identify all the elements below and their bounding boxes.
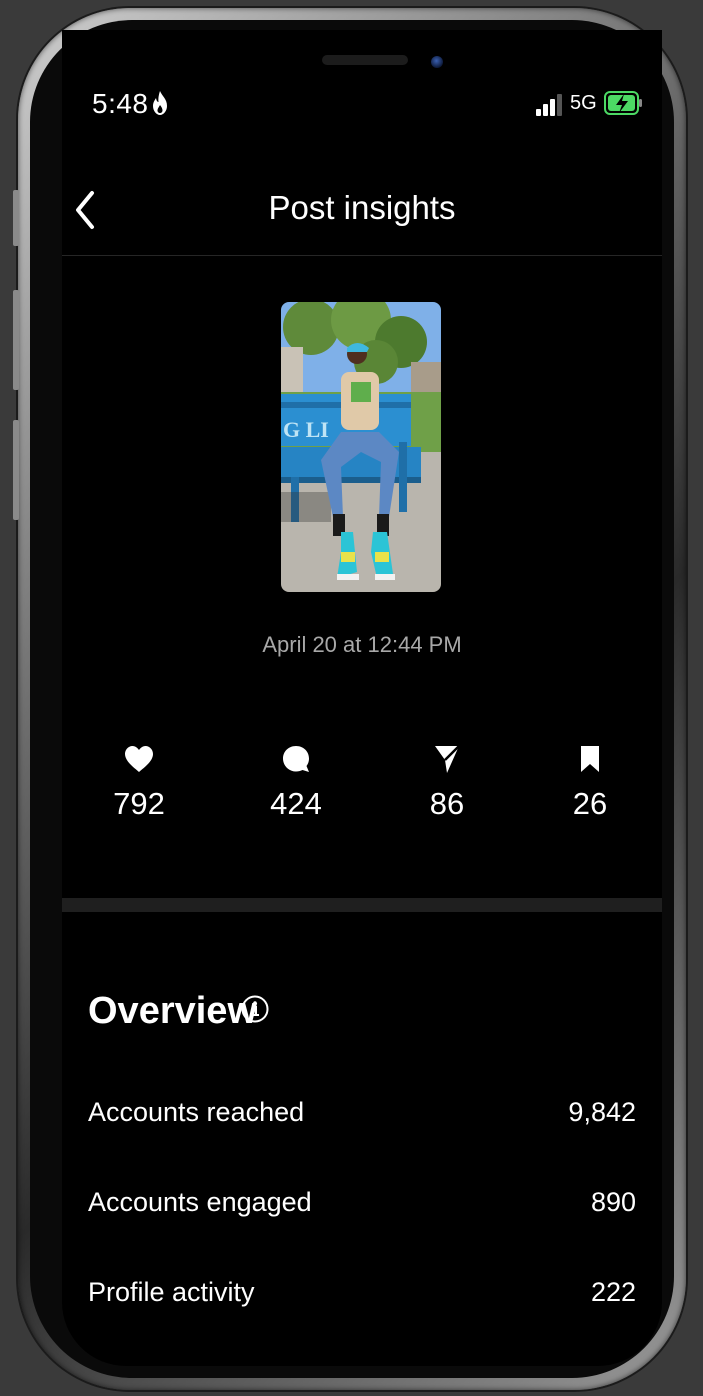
share-icon xyxy=(435,745,460,773)
status-time: 5:48 xyxy=(92,88,149,119)
post-photo-image: G LI xyxy=(281,302,441,592)
post-stats: 792 424 86 26 xyxy=(62,740,662,850)
status-bar: 5:48 5G xyxy=(62,86,662,126)
likes-count: 792 xyxy=(113,786,165,821)
metric-profile-activity[interactable]: Profile activity 222 xyxy=(88,1277,636,1317)
saves-count: 26 xyxy=(572,786,608,821)
metric-value: 9,842 xyxy=(568,1097,636,1127)
network-type: 5G xyxy=(570,92,597,114)
section-divider xyxy=(62,898,662,912)
earpiece-speaker xyxy=(322,55,408,65)
likes-stat[interactable]: 792 xyxy=(79,740,199,822)
flame-icon xyxy=(153,91,167,115)
bookmark-icon xyxy=(581,746,599,772)
cellular-signal-icon xyxy=(536,94,562,116)
comments-stat[interactable]: 424 xyxy=(236,740,356,822)
front-camera xyxy=(431,56,443,68)
mute-switch xyxy=(13,190,19,246)
volume-up-button xyxy=(13,290,19,390)
battery-charging-icon xyxy=(604,91,642,115)
svg-text:G LI: G LI xyxy=(283,417,329,442)
metric-value: 890 xyxy=(590,1187,636,1217)
overview-heading: Overview xyxy=(88,990,257,1032)
top-navigation: Post insights xyxy=(62,175,662,256)
page-title: Post insights xyxy=(268,189,456,226)
metric-label: Profile activity xyxy=(88,1277,255,1307)
post-thumbnail[interactable]: G LI xyxy=(281,302,441,592)
comments-count: 424 xyxy=(270,786,322,821)
metric-label: Accounts engaged xyxy=(88,1187,312,1217)
comment-icon xyxy=(283,746,309,772)
shares-count: 86 xyxy=(429,786,465,821)
shares-stat[interactable]: 86 xyxy=(387,740,507,822)
saves-stat[interactable]: 26 xyxy=(530,740,650,822)
info-icon[interactable] xyxy=(240,994,270,1024)
metric-label: Accounts reached xyxy=(88,1097,305,1127)
metric-accounts-reached[interactable]: Accounts reached 9,842 xyxy=(88,1097,636,1137)
heart-icon xyxy=(125,746,153,772)
post-date: April 20 at 12:44 PM xyxy=(262,632,462,657)
metric-accounts-engaged[interactable]: Accounts engaged 890 xyxy=(88,1187,636,1227)
app-screen: 5:48 5G Post insights G LI April 20 at 1… xyxy=(62,30,662,1366)
metric-value: 222 xyxy=(590,1277,636,1307)
volume-down-button xyxy=(13,420,19,520)
